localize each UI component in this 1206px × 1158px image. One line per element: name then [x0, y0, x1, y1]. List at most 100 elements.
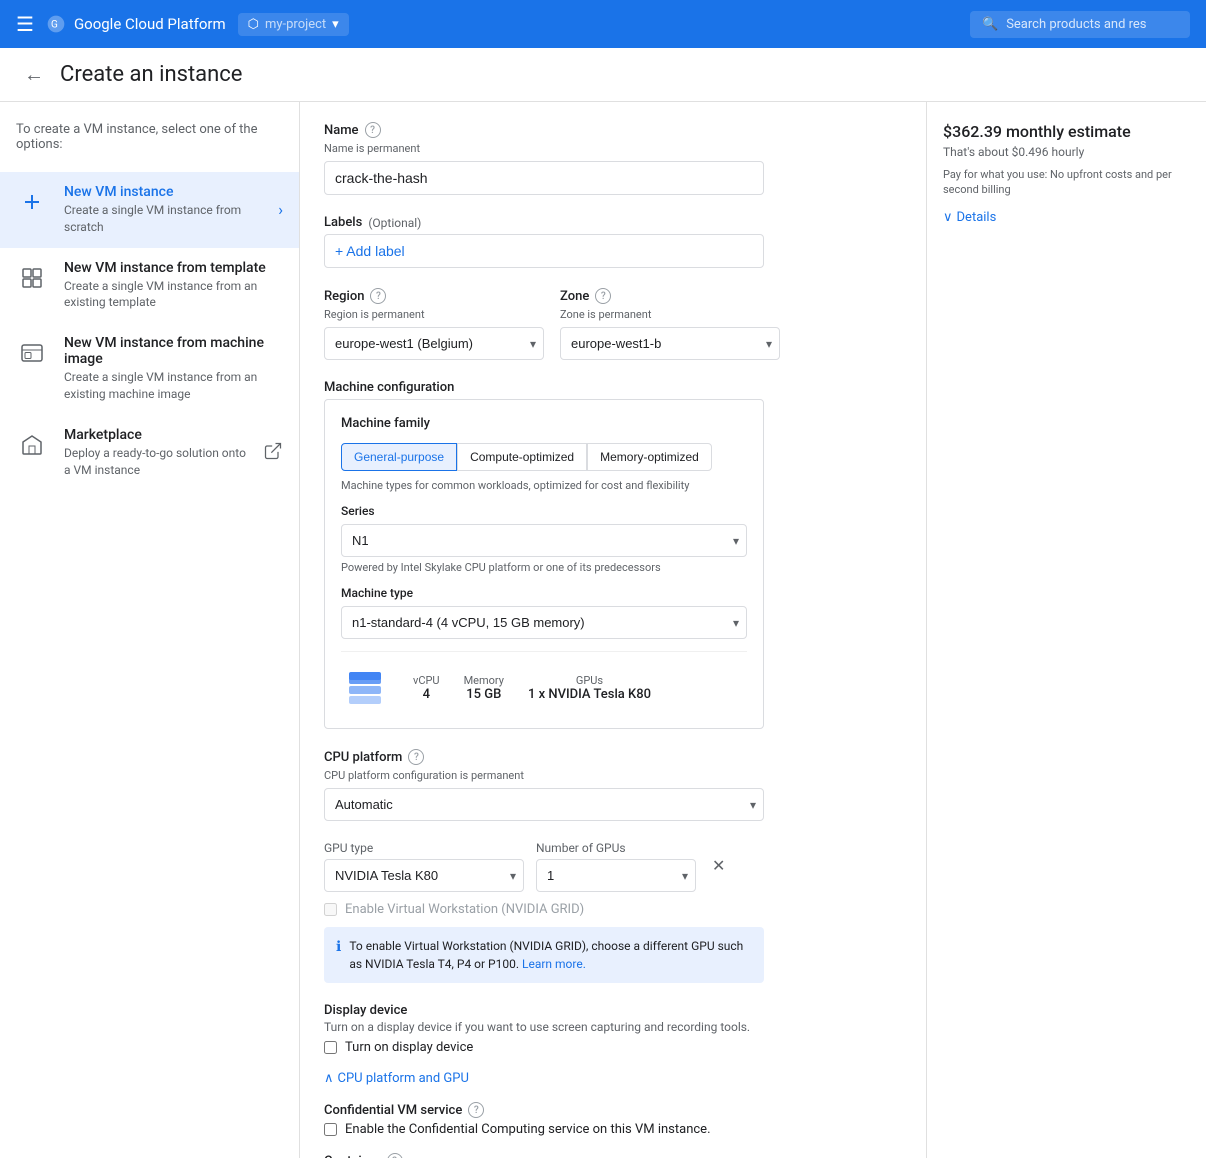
name-input[interactable] — [324, 161, 764, 195]
series-select[interactable]: N1 — [341, 524, 747, 557]
content-area: Name ? Name is permanent Labels (Optiona… — [300, 102, 926, 1158]
sidebar-item-new-vm[interactable]: New VM instance Create a single VM insta… — [0, 172, 299, 248]
gpu-type-label: GPU type — [324, 841, 524, 855]
zone-label: Zone ? — [560, 288, 780, 304]
menu-icon[interactable]: ☰ — [16, 12, 34, 36]
sidebar-item-marketplace[interactable]: Marketplace Deploy a ready-to-go solutio… — [0, 415, 299, 491]
region-select-wrap: europe-west1 (Belgium) ▾ — [324, 327, 544, 360]
series-select-wrap: N1 ▾ — [341, 524, 747, 557]
gpus-label: GPUs — [528, 674, 651, 687]
vm-template-title: New VM instance from template — [64, 260, 283, 276]
labels-section: Labels (Optional) + Add label — [324, 215, 902, 268]
confidential-checkbox[interactable] — [324, 1123, 337, 1136]
gcp-logo: G Google Cloud Platform — [46, 14, 226, 34]
gcp-title: Google Cloud Platform — [74, 15, 226, 33]
memory-value: 15 GB — [464, 687, 504, 702]
remove-gpu-button[interactable]: ✕ — [708, 852, 729, 880]
project-dropdown-icon[interactable]: ▾ — [332, 17, 339, 32]
tab-memory-optimized[interactable]: Memory-optimized — [587, 443, 712, 471]
region-zone-section: Region ? Region is permanent europe-west… — [324, 288, 902, 360]
collapse-label: CPU platform and GPU — [338, 1071, 469, 1086]
confidential-title: Confidential VM service ? — [324, 1102, 902, 1118]
tab-general-purpose[interactable]: General-purpose — [341, 443, 457, 471]
cpu-platform-title: CPU platform ? — [324, 749, 902, 765]
project-name: my-project — [265, 17, 326, 32]
vm-template-desc: Create a single VM instance from an exis… — [64, 278, 283, 312]
project-dots: ⬡ — [248, 17, 259, 32]
display-device-desc: Turn on a display device if you want to … — [324, 1020, 902, 1034]
labels-label: Labels (Optional) — [324, 215, 902, 230]
enable-vws-checkbox[interactable] — [324, 903, 337, 916]
sidebar-item-vm-image[interactable]: New VM instance from machine image Creat… — [0, 323, 299, 415]
display-device-section: Display device Turn on a display device … — [324, 1003, 902, 1055]
cpu-platform-select-wrap: Automatic ▾ — [324, 788, 764, 821]
marketplace-content: Marketplace Deploy a ready-to-go solutio… — [64, 427, 247, 479]
cpu-platform-help-icon[interactable]: ? — [408, 749, 424, 765]
page-header: ← Create an instance — [0, 48, 1206, 102]
machine-specs: vCPU 4 Memory 15 GB GPUs 1 x NVIDIA Tesl… — [341, 651, 747, 712]
memory-spec: Memory 15 GB — [464, 674, 504, 702]
region-help-icon[interactable]: ? — [370, 288, 386, 304]
zone-select[interactable]: europe-west1-b — [560, 327, 780, 360]
vws-info-text: To enable Virtual Workstation (NVIDIA GR… — [349, 937, 752, 973]
external-link-icon — [263, 441, 283, 461]
monthly-estimate: $362.39 monthly estimate — [943, 122, 1190, 141]
back-icon[interactable]: ← — [24, 62, 44, 87]
gpu-type-select-wrap: NVIDIA Tesla K80 ▾ — [324, 859, 524, 892]
labels-optional: (Optional) — [368, 216, 421, 230]
name-help-icon[interactable]: ? — [365, 122, 381, 138]
region-field: Region ? Region is permanent europe-west… — [324, 288, 544, 360]
gpus-value: 1 x NVIDIA Tesla K80 — [528, 687, 651, 702]
marketplace-desc: Deploy a ready-to-go solution onto a VM … — [64, 445, 247, 479]
new-vm-content: New VM instance Create a single VM insta… — [64, 184, 262, 236]
sidebar-description: To create a VM instance, select one of t… — [0, 122, 299, 172]
marketplace-title: Marketplace — [64, 427, 247, 443]
cost-details-link[interactable]: ∨ Details — [943, 210, 1190, 225]
zone-help-icon[interactable]: ? — [595, 288, 611, 304]
sidebar-item-vm-template[interactable]: New VM instance from template Create a s… — [0, 248, 299, 324]
name-section: Name ? Name is permanent — [324, 122, 902, 195]
enable-vws-row: Enable Virtual Workstation (NVIDIA GRID) — [324, 902, 902, 917]
page-title: Create an instance — [60, 62, 242, 87]
series-label: Series — [341, 504, 747, 518]
learn-more-link[interactable]: Learn more. — [522, 957, 586, 971]
tab-compute-optimized[interactable]: Compute-optimized — [457, 443, 587, 471]
vm-image-content: New VM instance from machine image Creat… — [64, 335, 283, 403]
display-device-checkbox-row: Turn on display device — [324, 1040, 902, 1055]
confidential-checkbox-row: Enable the Confidential Computing servic… — [324, 1122, 902, 1137]
num-gpus-select[interactable]: 1 — [536, 859, 696, 892]
cpu-platform-select[interactable]: Automatic — [324, 788, 764, 821]
zone-sublabel: Zone is permanent — [560, 308, 780, 321]
gpu-section: GPU type NVIDIA Tesla K80 ▾ Number of GP… — [324, 841, 902, 983]
name-label: Name ? — [324, 122, 902, 138]
confidential-help-icon[interactable]: ? — [468, 1102, 484, 1118]
machine-stack-icon — [341, 664, 389, 712]
machine-type-select[interactable]: n1-standard-4 (4 vCPU, 15 GB memory) — [341, 606, 747, 639]
confidential-section: Confidential VM service ? Enable the Con… — [324, 1102, 902, 1137]
region-select[interactable]: europe-west1 (Belgium) — [324, 327, 544, 360]
collapse-icon: ∧ — [324, 1071, 334, 1086]
cpu-platform-section: CPU platform ? CPU platform configuratio… — [324, 749, 902, 821]
enable-vws-label: Enable Virtual Workstation (NVIDIA GRID) — [345, 902, 584, 917]
name-sublabel: Name is permanent — [324, 142, 902, 155]
add-icon — [16, 186, 48, 218]
zone-select-wrap: europe-west1-b ▾ — [560, 327, 780, 360]
vcpu-value: 4 — [413, 687, 440, 702]
vm-image-title: New VM instance from machine image — [64, 335, 283, 367]
vm-template-content: New VM instance from template Create a s… — [64, 260, 283, 312]
machine-type-label: Machine type — [341, 586, 747, 600]
vcpu-label: vCPU — [413, 674, 440, 687]
cpu-gpu-collapse-link[interactable]: ∧ CPU platform and GPU — [324, 1071, 902, 1086]
add-label-button[interactable]: + Add label — [324, 234, 764, 268]
machine-family-label: Machine family — [341, 416, 747, 431]
sidebar: To create a VM instance, select one of t… — [0, 102, 300, 1158]
machine-config-box: Machine family General-purpose Compute-o… — [324, 399, 764, 729]
num-gpus-label: Number of GPUs — [536, 841, 696, 855]
gpus-spec: GPUs 1 x NVIDIA Tesla K80 — [528, 674, 651, 702]
project-selector[interactable]: ⬡ my-project ▾ — [238, 13, 349, 36]
search-bar[interactable]: 🔍 Search products and res — [970, 11, 1190, 38]
display-device-checkbox[interactable] — [324, 1041, 337, 1054]
gpu-type-select[interactable]: NVIDIA Tesla K80 — [324, 859, 524, 892]
new-vm-title: New VM instance — [64, 184, 262, 200]
region-sublabel: Region is permanent — [324, 308, 544, 321]
